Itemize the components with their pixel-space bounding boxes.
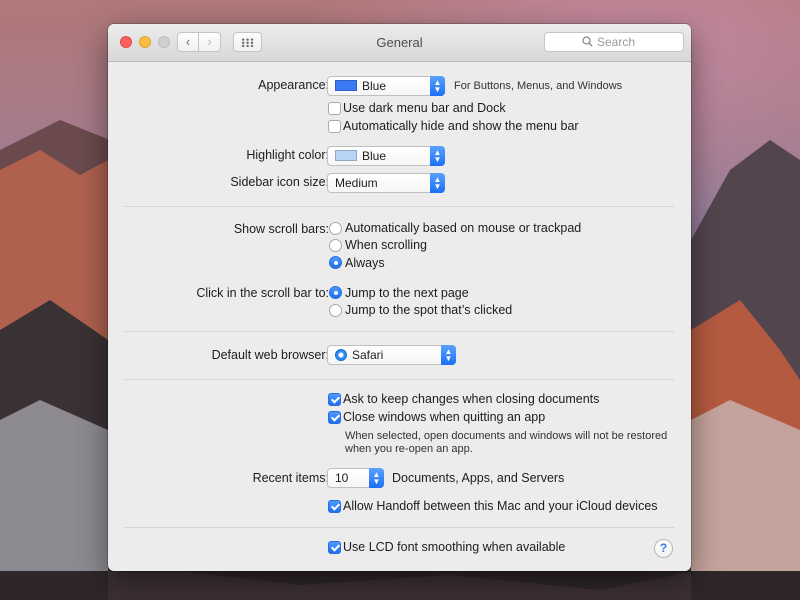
scroll-bars-auto-label[interactable]: Automatically based on mouse or trackpad <box>345 221 581 235</box>
highlight-color-popup[interactable]: Blue ▲ ▼ <box>327 146 445 166</box>
popup-arrows-icon: ▲ ▼ <box>441 345 456 365</box>
click-scroll-bar-label: Click in the scroll bar to: <box>196 286 329 300</box>
safari-icon <box>335 349 347 361</box>
recent-items-suffix: Documents, Apps, and Servers <box>392 471 565 485</box>
scroll-bars-when-scrolling-label[interactable]: When scrolling <box>345 238 427 252</box>
auto-hide-menu-bar-label[interactable]: Automatically hide and show the menu bar <box>343 119 579 133</box>
sidebar-icon-size-popup[interactable]: Medium ▲ ▼ <box>327 173 445 193</box>
ask-keep-changes-checkbox[interactable] <box>328 393 341 406</box>
appearance-popup[interactable]: Blue ▲ ▼ <box>327 76 445 96</box>
scroll-bars-auto-radio[interactable] <box>329 222 342 235</box>
recent-items-popup[interactable]: 10 ▲ ▼ <box>327 468 384 488</box>
separator <box>125 379 674 380</box>
search-field[interactable]: Search <box>544 32 684 52</box>
popup-arrows-icon: ▲ ▼ <box>430 173 445 193</box>
title-bar: ‹ › General Search <box>108 24 691 62</box>
separator <box>125 331 674 332</box>
sidebar-icon-size-label: Sidebar icon size: <box>230 175 329 189</box>
jump-next-page-radio[interactable] <box>329 286 342 299</box>
popup-arrows-icon: ▲ ▼ <box>430 76 445 96</box>
default-browser-label: Default web browser: <box>211 348 329 362</box>
lcd-smoothing-label[interactable]: Use LCD font smoothing when available <box>343 540 565 554</box>
separator <box>125 206 674 207</box>
appearance-swatch <box>335 80 357 91</box>
appearance-label: Appearance: <box>258 78 329 92</box>
highlight-color-value: Blue <box>362 149 387 163</box>
scroll-bars-always-radio[interactable] <box>329 256 342 269</box>
recent-items-value: 10 <box>335 471 349 485</box>
jump-to-spot-radio[interactable] <box>329 304 342 317</box>
handoff-label[interactable]: Allow Handoff between this Mac and your … <box>343 499 658 513</box>
help-icon: ? <box>659 541 668 555</box>
scroll-bars-when-scrolling-radio[interactable] <box>329 239 342 252</box>
separator <box>125 527 674 528</box>
sidebar-icon-size-value: Medium <box>335 176 378 190</box>
popup-arrows-icon: ▲ ▼ <box>369 468 384 488</box>
search-icon <box>582 36 593 47</box>
ask-keep-changes-label[interactable]: Ask to keep changes when closing documen… <box>343 392 599 406</box>
handoff-checkbox[interactable] <box>328 500 341 513</box>
appearance-value: Blue <box>362 79 387 93</box>
highlight-swatch <box>335 150 357 161</box>
default-browser-popup[interactable]: Safari ▲ ▼ <box>327 345 456 365</box>
show-scroll-bars-label: Show scroll bars: <box>233 222 329 236</box>
recent-items-label: Recent items: <box>252 471 329 485</box>
lcd-smoothing-checkbox[interactable] <box>328 541 341 554</box>
popup-arrows-icon: ▲ ▼ <box>430 146 445 166</box>
jump-to-spot-label[interactable]: Jump to the spot that’s clicked <box>345 303 512 317</box>
preferences-window: ‹ › General Search Appearance: Blue ▲ ▼ F… <box>108 24 691 571</box>
close-windows-note-line2: when you re-open an app. <box>345 443 473 455</box>
auto-hide-menu-bar-checkbox[interactable] <box>328 120 341 133</box>
dark-menu-bar-checkbox[interactable] <box>328 102 341 115</box>
close-windows-label[interactable]: Close windows when quitting an app <box>343 410 545 424</box>
help-button[interactable]: ? <box>654 539 673 558</box>
search-placeholder: Search <box>597 35 636 49</box>
default-browser-value: Safari <box>352 348 384 362</box>
jump-next-page-label[interactable]: Jump to the next page <box>345 286 469 300</box>
highlight-color-label: Highlight color: <box>246 148 329 162</box>
dark-menu-bar-label[interactable]: Use dark menu bar and Dock <box>343 101 506 115</box>
appearance-note: For Buttons, Menus, and Windows <box>454 80 623 92</box>
close-windows-note-line1: When selected, open documents and window… <box>345 430 668 442</box>
scroll-bars-always-label[interactable]: Always <box>345 256 385 270</box>
close-windows-checkbox[interactable] <box>328 411 341 424</box>
